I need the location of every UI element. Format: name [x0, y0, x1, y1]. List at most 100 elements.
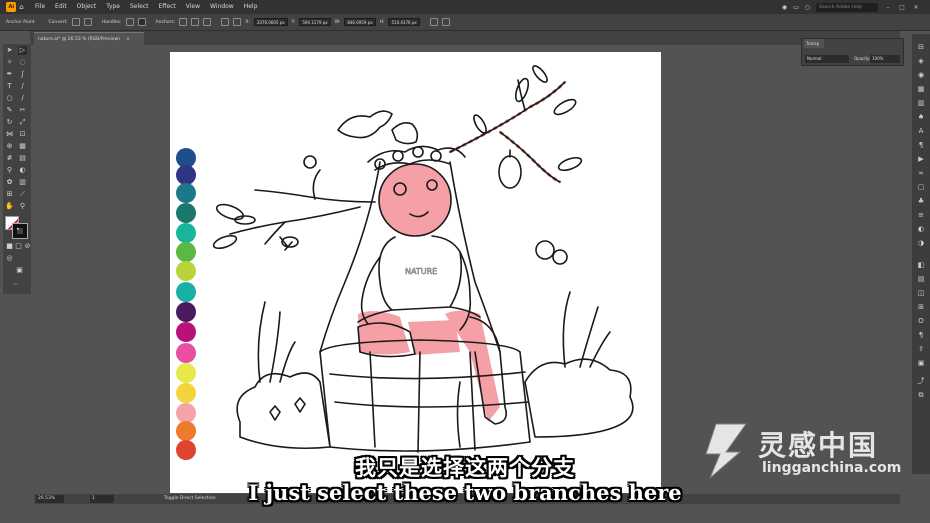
artboard[interactable]: NATURE	[170, 52, 661, 493]
swatch-7[interactable]	[176, 282, 196, 302]
home-icon[interactable]: ⌂	[19, 3, 23, 11]
shape-builder-icon[interactable]: ⊕	[5, 142, 14, 151]
document-tab[interactable]: nature.ai* @ 26.53 % (RGB/Preview) ×	[34, 32, 144, 45]
actions-icon[interactable]: ▶	[916, 154, 926, 164]
y-field[interactable]: 594.1179 px	[299, 18, 331, 26]
draw-mode-icon[interactable]: ◎	[5, 254, 14, 263]
swatch-2[interactable]	[176, 183, 196, 203]
remove-anchor-icon[interactable]	[179, 18, 188, 26]
type-tool-icon[interactable]: T	[5, 82, 14, 91]
transform-panel-icon[interactable]: ⊞	[916, 302, 926, 312]
graph-tool-icon[interactable]: ▥	[18, 178, 27, 187]
menu-select[interactable]: Select	[125, 0, 154, 14]
properties-icon[interactable]: ⊟	[916, 42, 926, 52]
menu-file[interactable]: File	[30, 0, 50, 14]
hand-tool-icon[interactable]: ✋	[5, 202, 14, 211]
menu-object[interactable]: Object	[72, 0, 102, 14]
swatch-3[interactable]	[176, 203, 196, 223]
links-icon[interactable]: ∞	[916, 168, 926, 178]
line-tool-icon[interactable]: /	[18, 82, 27, 91]
pen-tool-icon[interactable]: ✒	[5, 70, 14, 79]
blend-tool-icon[interactable]: ◐	[18, 166, 27, 175]
menu-help[interactable]: Help	[239, 0, 263, 14]
swatch-5[interactable]	[176, 242, 196, 262]
arrange-documents-icon[interactable]: ▭	[793, 4, 799, 11]
convert-corner-icon[interactable]	[71, 18, 80, 26]
align-panel-icon[interactable]: ▤	[916, 274, 926, 284]
selection-tool-icon[interactable]: ➤	[5, 46, 14, 55]
paragraph-icon[interactable]: ¶	[916, 140, 926, 150]
reference-point-icon[interactable]	[233, 18, 242, 26]
navigator-icon[interactable]: ⧉	[916, 390, 926, 400]
illustration[interactable]: NATURE	[170, 52, 661, 493]
menu-type[interactable]: Type	[101, 0, 125, 14]
pencil-icon[interactable]: ✎	[5, 106, 14, 115]
swatch-11[interactable]	[176, 363, 196, 383]
w-field[interactable]: 846.6959 px	[344, 18, 376, 26]
menu-window[interactable]: Window	[205, 0, 239, 14]
asset-export-icon[interactable]: ⇪	[916, 344, 926, 354]
menu-edit[interactable]: Edit	[50, 0, 72, 14]
swatch-10[interactable]	[176, 343, 196, 363]
layers-icon[interactable]: ◈	[916, 56, 926, 66]
convert-smooth-icon[interactable]	[83, 18, 92, 26]
ellipse-tool-icon[interactable]: ○	[5, 94, 14, 103]
pathfinder-icon[interactable]: ◫	[916, 288, 926, 298]
libraries-icon[interactable]: ◉	[916, 70, 926, 80]
gradient-tool-icon[interactable]: ▤	[18, 154, 27, 163]
screen-mode-icon[interactable]: ▣	[15, 266, 24, 275]
swatch-6[interactable]	[176, 261, 196, 281]
mesh-tool-icon[interactable]: #	[5, 154, 14, 163]
appearance-icon[interactable]: ◧	[916, 260, 926, 270]
scissors-icon[interactable]: ✂	[18, 106, 27, 115]
slice-tool-icon[interactable]: ⟋	[18, 190, 27, 199]
scale-tool-icon[interactable]: ⤢	[18, 118, 27, 127]
help-search-input[interactable]: Search Adobe Help	[816, 2, 878, 12]
maximize-button[interactable]: □	[898, 4, 906, 11]
share-icon[interactable]: ◉	[782, 4, 787, 11]
color-guide-icon[interactable]: ▥	[916, 98, 926, 108]
direct-selection-tool-icon[interactable]: ▷	[18, 46, 27, 55]
gradient-icon[interactable]: ◐	[916, 224, 926, 234]
swatch-1[interactable]	[176, 165, 196, 185]
x-field[interactable]: 2076.0605 px	[253, 18, 288, 26]
symbols-icon[interactable]: ♣	[916, 196, 926, 206]
h-field[interactable]: 510.4376 px	[388, 18, 420, 26]
menu-effect[interactable]: Effect	[154, 0, 181, 14]
opacity-field[interactable]: 100%	[870, 55, 900, 63]
perspective-grid-icon[interactable]: ▦	[18, 142, 27, 151]
align-icon[interactable]	[221, 18, 230, 26]
stroke-swatch[interactable]	[12, 223, 28, 239]
minimize-button[interactable]: –	[884, 4, 892, 11]
show-handles-icon[interactable]	[125, 18, 134, 26]
free-transform-icon[interactable]: ⊡	[18, 130, 27, 139]
edit-toolbar-icon[interactable]: ⋯	[11, 280, 20, 289]
swatch-8[interactable]	[176, 302, 196, 322]
lightbulb-icon[interactable]: ○	[805, 4, 810, 11]
menu-view[interactable]: View	[181, 0, 205, 14]
rotate-tool-icon[interactable]: ↻	[5, 118, 14, 127]
close-window-button[interactable]: ✕	[912, 4, 920, 11]
opentype-icon[interactable]: O	[916, 316, 926, 326]
transparency-tab[interactable]: Transp	[804, 39, 824, 48]
swatch-9[interactable]	[176, 322, 196, 342]
eyedropper-icon[interactable]: ⚲	[5, 166, 14, 175]
graphic-styles-icon[interactable]: ▢	[916, 182, 926, 192]
connect-anchor-icon[interactable]	[191, 18, 200, 26]
hide-handles-icon[interactable]	[137, 18, 146, 26]
magic-wand-icon[interactable]: ✧	[5, 58, 14, 67]
close-tab-icon[interactable]: ×	[126, 33, 130, 45]
export-icon[interactable]: ⤴	[916, 376, 926, 386]
artboards-panel-icon[interactable]: ▣	[916, 358, 926, 368]
artboard-tool-icon[interactable]: ⊞	[5, 190, 14, 199]
color-mode-icon[interactable]: ■	[5, 242, 14, 251]
swatch-12[interactable]	[176, 383, 196, 403]
glyphs-icon[interactable]: ¶	[916, 330, 926, 340]
width-tool-icon[interactable]: ⋈	[5, 130, 14, 139]
color-icon[interactable]: ▦	[916, 84, 926, 94]
cut-path-icon[interactable]	[203, 18, 212, 26]
gradient-mode-icon[interactable]: □	[14, 242, 23, 251]
lasso-icon[interactable]: ◌	[18, 58, 27, 67]
blend-mode-select[interactable]: Normal	[805, 55, 849, 63]
transparency-icon[interactable]: ◑	[916, 238, 926, 248]
